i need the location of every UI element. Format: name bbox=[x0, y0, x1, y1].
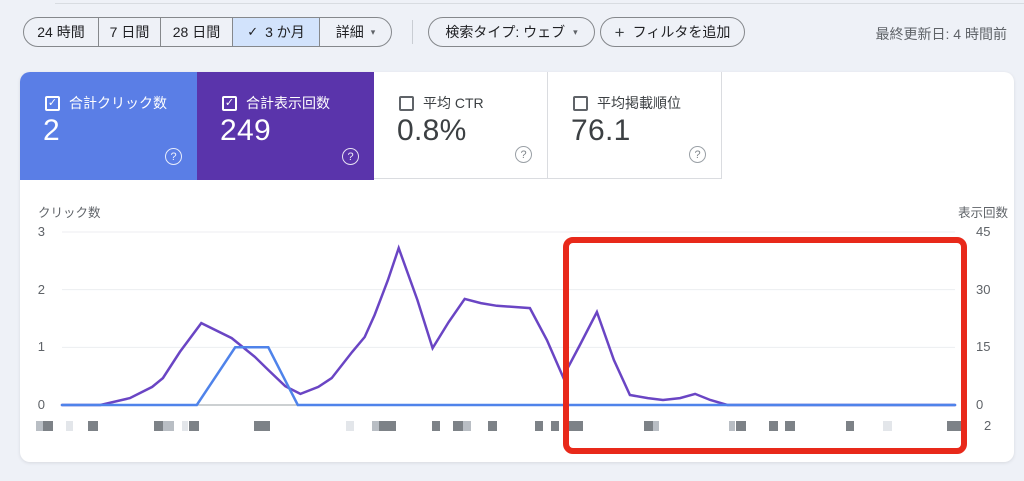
redacted-x-label bbox=[372, 421, 379, 431]
date-range-24h-label: 24 時間 bbox=[37, 24, 85, 40]
redacted-x-label bbox=[88, 421, 98, 431]
redacted-x-label bbox=[43, 421, 53, 431]
toolbar-divider bbox=[412, 20, 413, 44]
date-range-selector: 24 時間 7 日間 28 日間 ✓ 3 か月 詳細 ▾ bbox=[23, 17, 392, 47]
last-updated-text: 最終更新日: 4 時間前 bbox=[875, 26, 1007, 42]
chevron-down-icon: ▾ bbox=[370, 26, 376, 37]
redacted-x-label bbox=[36, 421, 43, 431]
add-filter-label: フィルタを追加 bbox=[632, 24, 731, 40]
date-range-28d-label: 28 日間 bbox=[172, 24, 221, 40]
redacted-x-label bbox=[653, 421, 659, 431]
redacted-x-label bbox=[346, 421, 354, 431]
date-range-custom-label: 詳細 bbox=[335, 24, 364, 40]
redacted-x-axis-labels bbox=[20, 421, 1014, 431]
search-type-label: 検索タイプ: ウェブ bbox=[445, 24, 566, 40]
redacted-x-label bbox=[846, 421, 854, 431]
redacted-x-label bbox=[66, 421, 73, 431]
redacted-x-label bbox=[535, 421, 543, 431]
date-range-3m-label: 3 か月 bbox=[265, 24, 305, 40]
performance-panel: ✓ 合計クリック数 2 ? ✓ 合計表示回数 249 ? 平均 CTR 0.8%… bbox=[20, 72, 1014, 462]
redacted-x-label bbox=[947, 421, 965, 431]
date-range-24h[interactable]: 24 時間 bbox=[24, 18, 98, 46]
plus-icon: + bbox=[614, 22, 625, 42]
chevron-down-icon: ▾ bbox=[573, 26, 578, 37]
redacted-x-label bbox=[432, 421, 440, 431]
redacted-x-label bbox=[154, 421, 163, 431]
redacted-x-label bbox=[463, 421, 471, 431]
date-range-custom[interactable]: 詳細 ▾ bbox=[319, 18, 391, 46]
redacted-x-label bbox=[488, 421, 497, 431]
redacted-x-label bbox=[736, 421, 746, 431]
performance-line-chart[interactable] bbox=[20, 72, 1014, 462]
search-type-button[interactable]: 検索タイプ: ウェブ ▾ bbox=[428, 17, 595, 47]
redacted-x-label bbox=[551, 421, 559, 431]
redacted-x-label bbox=[644, 421, 653, 431]
redacted-x-label bbox=[254, 421, 270, 431]
date-range-7d-label: 7 日間 bbox=[109, 24, 150, 40]
redacted-x-label bbox=[769, 421, 778, 431]
redacted-x-label bbox=[163, 421, 174, 431]
date-range-7d[interactable]: 7 日間 bbox=[98, 18, 160, 46]
add-filter-button[interactable]: + フィルタを追加 bbox=[600, 17, 745, 47]
header-divider bbox=[55, 3, 1024, 4]
redacted-x-label bbox=[453, 421, 463, 431]
check-icon: ✓ bbox=[247, 24, 259, 39]
redacted-x-label bbox=[379, 421, 396, 431]
redacted-x-label bbox=[182, 421, 188, 431]
redacted-x-label bbox=[189, 421, 199, 431]
redacted-x-label bbox=[565, 421, 583, 431]
date-range-28d[interactable]: 28 日間 bbox=[160, 18, 232, 46]
redacted-x-label bbox=[785, 421, 795, 431]
date-range-3m-selected[interactable]: ✓ 3 か月 bbox=[232, 18, 319, 46]
redacted-x-label bbox=[729, 421, 735, 431]
redacted-x-label bbox=[883, 421, 892, 431]
search-console-performance-screen: 24 時間 7 日間 28 日間 ✓ 3 か月 詳細 ▾ 検索タイプ: ウェブ … bbox=[0, 0, 1024, 481]
